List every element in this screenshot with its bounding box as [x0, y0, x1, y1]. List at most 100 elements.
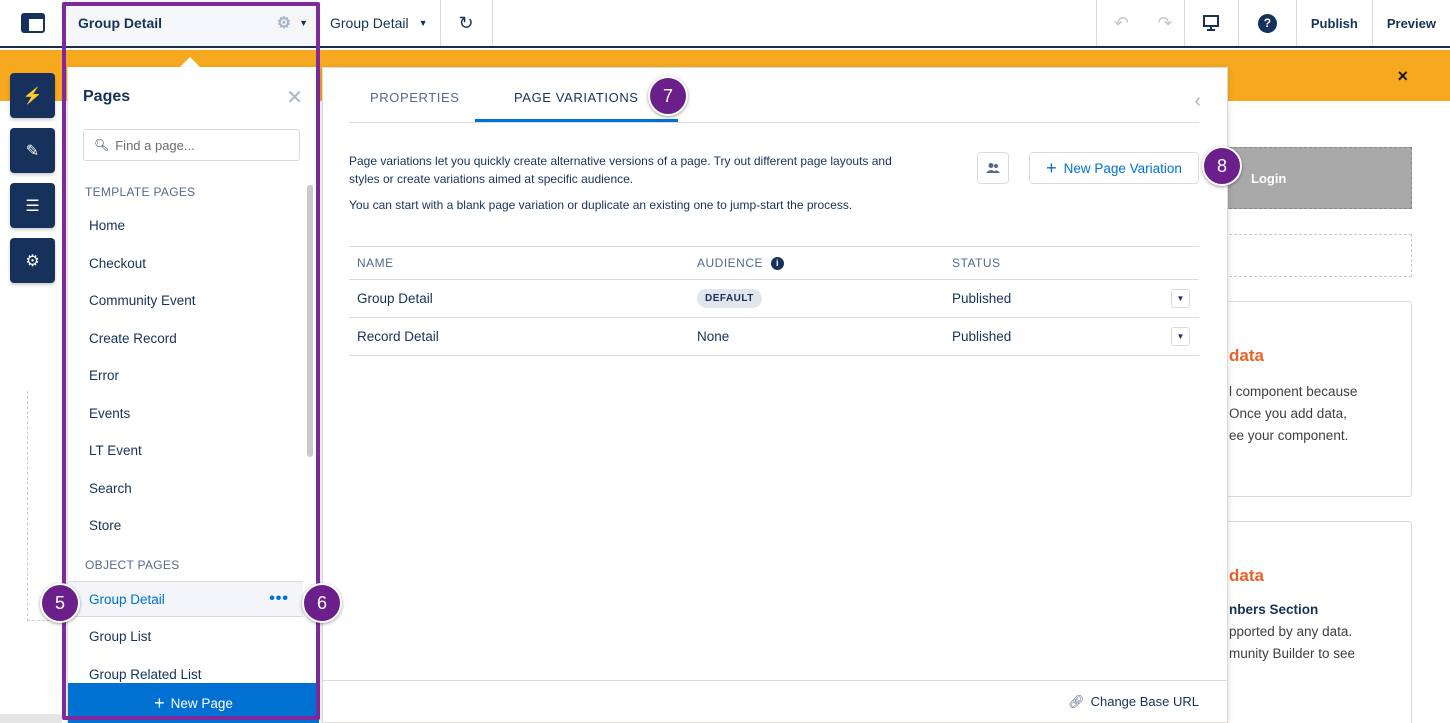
section-label-template-pages: TEMPLATE PAGES [85, 185, 196, 199]
active-tab-indicator [475, 119, 678, 122]
gear-icon[interactable]: ⚙ [277, 13, 291, 33]
tab-bar: PROPERTIES PAGE VARIATIONS [349, 68, 1199, 123]
section-label-object-pages: OBJECT PAGES [85, 558, 180, 572]
redo-icon: ↷ [1157, 12, 1173, 33]
gear-icon: ⚙ [25, 252, 40, 270]
callout-7: 7 [648, 76, 688, 116]
app-menu-button[interactable] [0, 0, 66, 46]
page-item-label: Error [89, 367, 119, 383]
component-card: data l component because Once you add da… [1220, 301, 1412, 497]
components-tool-button[interactable]: ⚡ [10, 73, 55, 118]
close-icon[interactable]: × [1397, 66, 1408, 87]
info-icon[interactable]: i [771, 256, 785, 270]
desktop-icon [1203, 15, 1220, 31]
settings-tool-button[interactable]: ⚙ [10, 238, 55, 283]
list-icon: ☰ [25, 197, 40, 215]
refresh-icon: ↻ [458, 12, 474, 33]
chevron-left-icon[interactable]: ‹ [1194, 90, 1201, 113]
undo-button[interactable]: ↶ [1095, 0, 1146, 46]
column-header-audience: AUDIENCE i [697, 247, 785, 279]
chevron-down-icon[interactable]: ▼ [299, 18, 308, 28]
layout-icon [20, 13, 45, 33]
pages-panel: Pages ✕ 🔍︎ Find a page... TEMPLATE PAGES… [67, 67, 319, 723]
callout-5: 5 [40, 583, 80, 623]
redo-button[interactable]: ↷ [1146, 0, 1184, 46]
chevron-down-icon: ▼ [418, 18, 428, 28]
tab-properties[interactable]: PROPERTIES [370, 90, 460, 105]
page-item-label: Group List [89, 628, 152, 644]
page-item-label: Group Detail [89, 591, 165, 607]
variation-name: Record Detail [357, 329, 439, 344]
page-search-input[interactable]: 🔍︎ Find a page... [83, 129, 300, 161]
group-detail-selector[interactable]: Group Detail ⚙ ▼ [66, 0, 318, 46]
new-page-variation-button[interactable]: + New Page Variation [1029, 152, 1199, 184]
page-item-lt-event[interactable]: LT Event [68, 432, 303, 468]
new-page-variation-label: New Page Variation [1063, 160, 1182, 176]
search-icon: 🔍︎ [94, 138, 110, 152]
people-icon [986, 163, 1000, 173]
help-button[interactable]: ? [1237, 0, 1296, 46]
column-header-name: NAME [357, 256, 394, 270]
theme-tool-button[interactable]: ✎ [10, 128, 55, 173]
brush-icon: ✎ [25, 142, 40, 160]
page-item-events[interactable]: Events [68, 395, 303, 431]
new-page-button[interactable]: + New Page [68, 683, 319, 723]
change-base-url-label: Change Base URL [1090, 694, 1199, 709]
plus-icon: + [154, 692, 165, 713]
page-item-home[interactable]: Home [68, 207, 303, 243]
card-title: data [1229, 566, 1264, 585]
page-item-label: Search [89, 480, 132, 496]
column-header-audience-label: AUDIENCE [697, 256, 764, 270]
description-text: You can start with a blank page variatio… [349, 198, 853, 212]
row-menu-button[interactable]: ▼ [1171, 327, 1190, 346]
page-properties-panel: PROPERTIES PAGE VARIATIONS ‹ Page variat… [322, 67, 1228, 723]
device-preview-button[interactable] [1183, 0, 1238, 46]
top-toolbar: Group Detail ⚙ ▼ Group Detail ▼ ↻ ↶ ↷ ? … [0, 0, 1450, 48]
pages-tool-button[interactable]: ☰ [10, 183, 55, 228]
horizontal-scrollbar[interactable] [0, 714, 62, 723]
row-actions: ▼ [1171, 318, 1190, 355]
tab-page-variations[interactable]: PAGE VARIATIONS [514, 90, 639, 105]
page-item-checkout[interactable]: Checkout [68, 245, 303, 281]
page-item-label: Community Event [89, 292, 196, 308]
search-placeholder: Find a page... [115, 137, 195, 153]
undo-icon: ↶ [1113, 12, 1129, 33]
refresh-button[interactable]: ↻ [441, 0, 493, 46]
group-title: Group Detail [78, 15, 163, 31]
page-item-create-record[interactable]: Create Record [68, 320, 303, 356]
canvas-placeholder [1224, 234, 1412, 277]
page-item-group-list[interactable]: Group List [68, 618, 303, 654]
publish-button[interactable]: Publish [1295, 0, 1372, 46]
table-row[interactable]: Record Detail None Published ▼ [349, 318, 1199, 356]
card-text: pported by any data. [1229, 624, 1353, 639]
table-row[interactable]: Group Detail DEFAULT Published ▼ [349, 280, 1199, 318]
page-item-store[interactable]: Store [68, 507, 303, 543]
page-item-community-event[interactable]: Community Event [68, 282, 303, 318]
page-item-label: Events [89, 405, 131, 421]
row-menu-button[interactable]: ▼ [1171, 289, 1190, 308]
variation-name: Group Detail [357, 291, 433, 306]
variations-table: NAME AUDIENCE i STATUS Group Detail DEFAU… [349, 246, 1199, 356]
preview-button[interactable]: Preview [1371, 0, 1450, 46]
page-item-search[interactable]: Search [68, 470, 303, 506]
page-item-error[interactable]: Error [68, 357, 303, 393]
audience-cell: None [697, 329, 730, 344]
page-item-group-detail[interactable]: Group Detail ••• [68, 581, 303, 617]
link-icon: 🔗︎ [1068, 694, 1085, 709]
more-actions-icon[interactable]: ••• [269, 590, 289, 608]
scrollbar[interactable] [307, 185, 313, 457]
close-icon[interactable]: ✕ [286, 85, 303, 110]
card-title: data [1229, 346, 1264, 365]
page-item-label: Group Related List [89, 666, 202, 682]
card-text: nbers Section [1229, 602, 1319, 617]
page-selector-dropdown[interactable]: Group Detail ▼ [318, 0, 441, 46]
login-button[interactable]: Login [1224, 147, 1412, 209]
column-header-status: STATUS [952, 256, 1001, 270]
row-actions: ▼ [1171, 280, 1190, 317]
lightning-icon: ⚡ [22, 87, 43, 105]
audience-button[interactable] [977, 152, 1009, 184]
change-base-url-link[interactable]: 🔗︎ Change Base URL [1068, 694, 1199, 710]
plus-icon: + [1046, 157, 1057, 178]
description-text: styles or create variations aimed at spe… [349, 172, 634, 186]
card-text: munity Builder to see [1229, 646, 1356, 661]
